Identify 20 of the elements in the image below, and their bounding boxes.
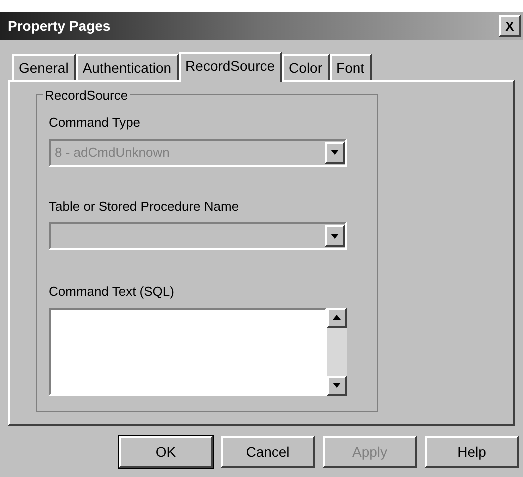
close-button[interactable]: X	[499, 15, 521, 37]
scrollbar[interactable]	[327, 308, 347, 396]
command-text-field[interactable]	[49, 308, 327, 396]
dropdown-value: 8 - adCmdUnknown	[54, 144, 171, 162]
dialog-button[interactable]: Cancel	[221, 436, 315, 468]
tab[interactable]: Font	[330, 54, 372, 80]
tab[interactable]: General	[12, 54, 76, 80]
tab[interactable]: Color	[282, 54, 330, 80]
window-title: Property Pages	[8, 16, 111, 36]
field-label: Command Text (SQL)	[49, 283, 176, 301]
down-arrow-icon	[331, 234, 339, 238]
dialog-button[interactable]: OK	[119, 436, 213, 468]
down-arrow-icon	[333, 383, 341, 388]
field-label: Table or Stored Procedure Name	[49, 198, 240, 216]
tab[interactable]: RecordSource	[178, 52, 282, 82]
down-arrow-icon	[331, 150, 339, 155]
field-label: Command Type	[49, 114, 142, 132]
dialog-button[interactable]: Help	[425, 436, 519, 468]
up-arrow-icon	[333, 315, 341, 320]
tab[interactable]: Authentication	[76, 54, 179, 80]
